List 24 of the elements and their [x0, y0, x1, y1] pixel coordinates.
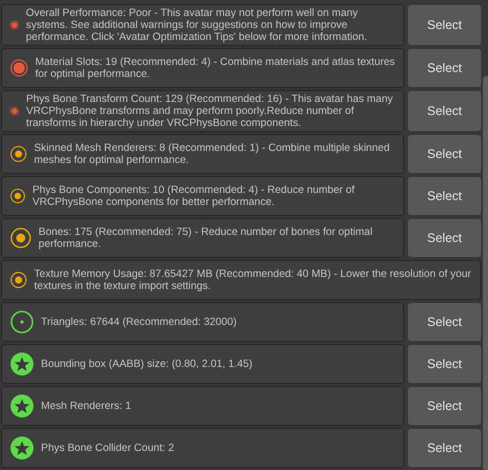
message-text: Phys Bone Transform Count: 129 (Recommended: 16) - This avatar has many VRCPhysBone transforms and may perform poorly.Reduce number of transforms in hierarchy under VRCPhysBone components. — [26, 93, 394, 129]
message-text: Phys Bone Collider Count: 2 — [41, 442, 174, 454]
message-text: Phys Bone Components: 10 (Recommended: 4) - Reduce number of VRCPhysBone components for better performance. — [32, 184, 356, 208]
select-button[interactable]: Select — [408, 345, 481, 383]
message-text: Bounding box (AABB) size: (0.80, 2.01, 1.45) — [41, 358, 252, 370]
message-text: Skinned Mesh Renderers: 8 (Recommended: 1) - Combine multiple skinned meshes for optimal performance. — [34, 142, 391, 166]
message-text: Material Slots: 19 (Recommended: 4) - Combine materials and atlas textures for optimal performance. — [35, 56, 396, 80]
select-button[interactable]: Select — [408, 303, 481, 341]
select-button[interactable]: Select — [408, 219, 481, 257]
select-button[interactable]: Select — [408, 5, 481, 45]
message-text: Bones: 175 (Recommended: 75) - Reduce number of bones for optimal performance. — [38, 226, 374, 250]
message-text: Overall Performance: Poor - This avatar may not perform well on many systems. See additional warnings for suggestions on how to improve performance. Click 'Avatar Optimization Tips' below for more information. — [26, 7, 368, 43]
select-button[interactable]: Select — [408, 49, 481, 87]
message-text: Mesh Renderers: 1 — [41, 400, 132, 412]
message-text: Triangles: 67644 (Recommended: 32000) — [41, 316, 237, 328]
dot-circle-icon — [10, 310, 34, 334]
select-button[interactable]: Select — [408, 135, 481, 173]
message-text: Texture Memory Usage: 87.65427 MB (Recommended: 40 MB) - Lower the resolution of your textures in the texture import settings. — [34, 268, 472, 292]
select-button[interactable]: Select — [408, 91, 481, 131]
warning-circle-icon — [10, 226, 32, 250]
select-button[interactable]: Select — [408, 429, 481, 467]
scrollbar-thumb[interactable] — [483, 76, 488, 470]
select-button[interactable]: Select — [408, 387, 481, 425]
select-button[interactable]: Select — [408, 177, 481, 215]
